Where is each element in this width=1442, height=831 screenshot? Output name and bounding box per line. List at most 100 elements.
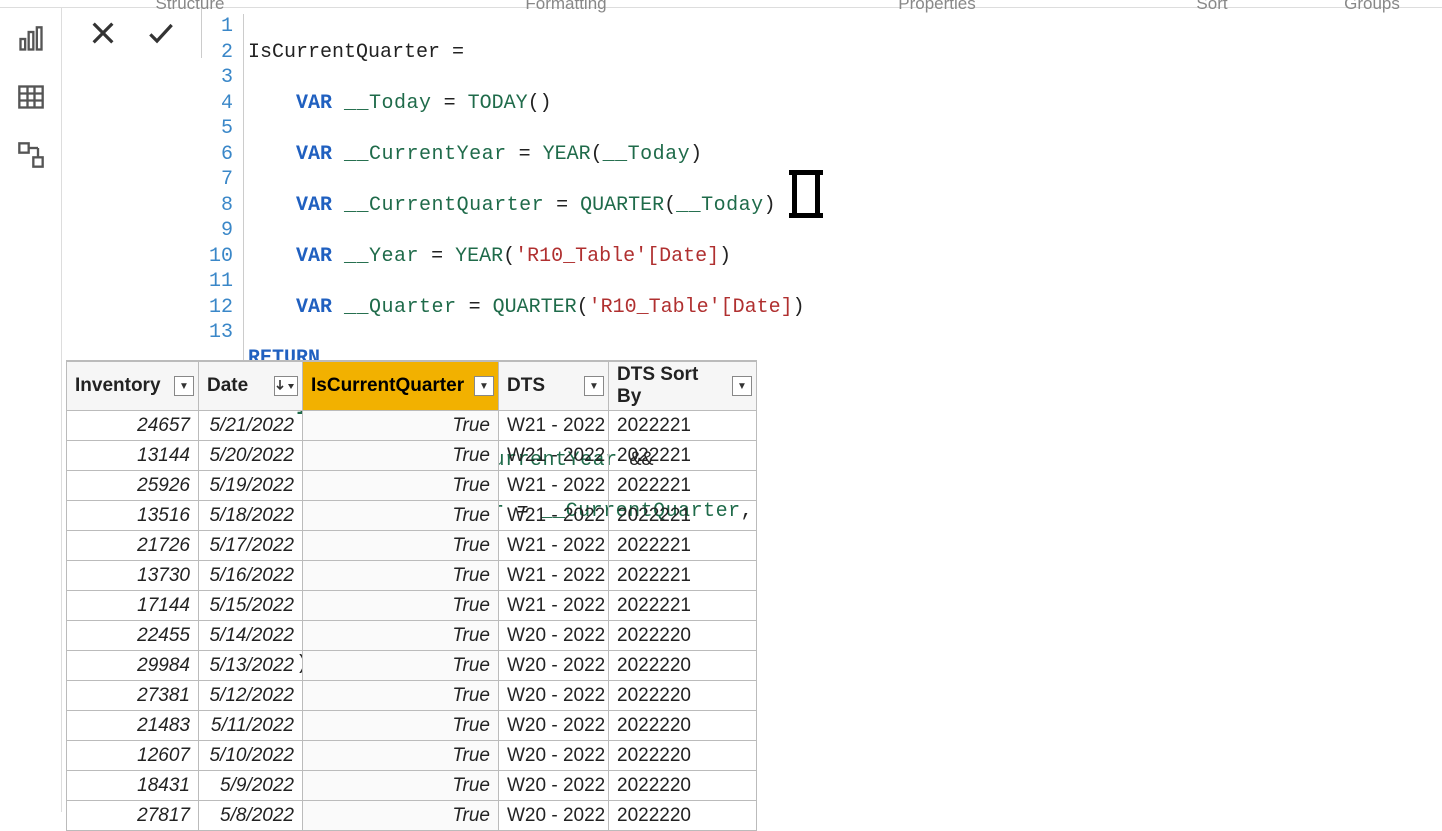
cell-date[interactable]: 5/10/2022	[199, 741, 303, 771]
filter-icon[interactable]: ▼	[174, 376, 194, 396]
cell-date[interactable]: 5/15/2022	[199, 591, 303, 621]
cell-dts[interactable]: W20 - 2022	[499, 741, 609, 771]
cell-inventory[interactable]: 17144	[67, 591, 199, 621]
table-row[interactable]: 299845/13/2022TrueW20 - 20222022220	[67, 651, 757, 681]
cell-iscurrentquarter[interactable]: True	[303, 441, 499, 471]
col-header-date[interactable]: Date	[199, 362, 303, 411]
col-header-dts[interactable]: DTS▼	[499, 362, 609, 411]
cell-date[interactable]: 5/21/2022	[199, 411, 303, 441]
table-row[interactable]: 246575/21/2022TrueW21 - 20222022221	[67, 411, 757, 441]
cell-dtssortby[interactable]: 2022220	[609, 651, 757, 681]
cell-dtssortby[interactable]: 2022220	[609, 801, 757, 831]
tab-groups[interactable]: Groups	[1302, 0, 1442, 7]
cell-dts[interactable]: W21 - 2022	[499, 591, 609, 621]
cell-iscurrentquarter[interactable]: True	[303, 471, 499, 501]
cell-iscurrentquarter[interactable]: True	[303, 711, 499, 741]
cell-date[interactable]: 5/13/2022	[199, 651, 303, 681]
cell-date[interactable]: 5/20/2022	[199, 441, 303, 471]
cell-date[interactable]: 5/14/2022	[199, 621, 303, 651]
cell-inventory[interactable]: 21726	[67, 531, 199, 561]
cell-inventory[interactable]: 29984	[67, 651, 199, 681]
col-header-dtssortby[interactable]: DTS Sort By▼	[609, 362, 757, 411]
table-row[interactable]: 273815/12/2022TrueW20 - 20222022220	[67, 681, 757, 711]
sort-desc-filter-icon[interactable]	[274, 376, 298, 396]
model-view-icon[interactable]	[16, 140, 46, 170]
cell-dts[interactable]: W20 - 2022	[499, 771, 609, 801]
cell-dtssortby[interactable]: 2022220	[609, 621, 757, 651]
cell-dtssortby[interactable]: 2022221	[609, 561, 757, 591]
code-area[interactable]: IsCurrentQuarter = VAR __Today = TODAY()…	[244, 14, 1442, 360]
cell-iscurrentquarter[interactable]: True	[303, 681, 499, 711]
cell-dtssortby[interactable]: 2022221	[609, 591, 757, 621]
cell-dts[interactable]: W21 - 2022	[499, 561, 609, 591]
cell-iscurrentquarter[interactable]: True	[303, 561, 499, 591]
table-row[interactable]: 259265/19/2022TrueW21 - 20222022221	[67, 471, 757, 501]
cancel-button[interactable]	[83, 13, 123, 53]
cell-inventory[interactable]: 13730	[67, 561, 199, 591]
cell-dtssortby[interactable]: 2022221	[609, 501, 757, 531]
cell-dts[interactable]: W20 - 2022	[499, 801, 609, 831]
cell-inventory[interactable]: 13516	[67, 501, 199, 531]
table-row[interactable]: 131445/20/2022TrueW21 - 20222022221	[67, 441, 757, 471]
table-row[interactable]: 137305/16/2022TrueW21 - 20222022221	[67, 561, 757, 591]
report-view-icon[interactable]	[16, 24, 46, 54]
cell-date[interactable]: 5/11/2022	[199, 711, 303, 741]
data-view-icon[interactable]	[16, 82, 46, 112]
cell-iscurrentquarter[interactable]: True	[303, 531, 499, 561]
tab-sort[interactable]: Sort	[1122, 0, 1302, 7]
data-grid[interactable]: Inventory▼ Date IsCurrentQuarter▼ DTS▼ D…	[66, 360, 757, 831]
cell-dtssortby[interactable]: 2022220	[609, 681, 757, 711]
table-row[interactable]: 214835/11/2022TrueW20 - 20222022220	[67, 711, 757, 741]
filter-icon[interactable]: ▼	[584, 376, 604, 396]
cell-dtssortby[interactable]: 2022221	[609, 471, 757, 501]
table-row[interactable]: 126075/10/2022TrueW20 - 20222022220	[67, 741, 757, 771]
cell-inventory[interactable]: 12607	[67, 741, 199, 771]
cell-dts[interactable]: W20 - 2022	[499, 621, 609, 651]
cell-iscurrentquarter[interactable]: True	[303, 801, 499, 831]
cell-date[interactable]: 5/17/2022	[199, 531, 303, 561]
tab-structure[interactable]: Structure	[0, 0, 380, 7]
cell-inventory[interactable]: 25926	[67, 471, 199, 501]
cell-dtssortby[interactable]: 2022220	[609, 711, 757, 741]
cell-date[interactable]: 5/8/2022	[199, 801, 303, 831]
cell-dts[interactable]: W21 - 2022	[499, 501, 609, 531]
cell-dts[interactable]: W21 - 2022	[499, 471, 609, 501]
table-row[interactable]: 278175/8/2022TrueW20 - 20222022220	[67, 801, 757, 831]
cell-dts[interactable]: W20 - 2022	[499, 651, 609, 681]
table-row[interactable]: 135165/18/2022TrueW21 - 20222022221	[67, 501, 757, 531]
cell-date[interactable]: 5/16/2022	[199, 561, 303, 591]
table-row[interactable]: 171445/15/2022TrueW21 - 20222022221	[67, 591, 757, 621]
filter-icon[interactable]: ▼	[474, 376, 494, 396]
col-header-iscurrentquarter[interactable]: IsCurrentQuarter▼	[303, 362, 499, 411]
cell-dtssortby[interactable]: 2022220	[609, 771, 757, 801]
cell-inventory[interactable]: 24657	[67, 411, 199, 441]
table-row[interactable]: 224555/14/2022TrueW20 - 20222022220	[67, 621, 757, 651]
cell-iscurrentquarter[interactable]: True	[303, 651, 499, 681]
formula-editor[interactable]: 12345678910111213 IsCurrentQuarter = VAR…	[202, 14, 1442, 360]
cell-iscurrentquarter[interactable]: True	[303, 501, 499, 531]
col-header-inventory[interactable]: Inventory▼	[67, 362, 199, 411]
cell-dts[interactable]: W20 - 2022	[499, 711, 609, 741]
cell-dtssortby[interactable]: 2022221	[609, 411, 757, 441]
tab-properties[interactable]: Properties	[752, 0, 1122, 7]
cell-iscurrentquarter[interactable]: True	[303, 591, 499, 621]
table-row[interactable]: 184315/9/2022TrueW20 - 20222022220	[67, 771, 757, 801]
cell-iscurrentquarter[interactable]: True	[303, 741, 499, 771]
cell-dts[interactable]: W21 - 2022	[499, 531, 609, 561]
cell-iscurrentquarter[interactable]: True	[303, 621, 499, 651]
cell-date[interactable]: 5/9/2022	[199, 771, 303, 801]
cell-inventory[interactable]: 18431	[67, 771, 199, 801]
cell-inventory[interactable]: 27381	[67, 681, 199, 711]
cell-inventory[interactable]: 27817	[67, 801, 199, 831]
cell-date[interactable]: 5/19/2022	[199, 471, 303, 501]
cell-dtssortby[interactable]: 2022221	[609, 531, 757, 561]
cell-iscurrentquarter[interactable]: True	[303, 411, 499, 441]
cell-inventory[interactable]: 21483	[67, 711, 199, 741]
commit-button[interactable]	[141, 13, 181, 53]
cell-iscurrentquarter[interactable]: True	[303, 771, 499, 801]
cell-date[interactable]: 5/18/2022	[199, 501, 303, 531]
cell-dts[interactable]: W20 - 2022	[499, 681, 609, 711]
cell-date[interactable]: 5/12/2022	[199, 681, 303, 711]
cell-dts[interactable]: W21 - 2022	[499, 411, 609, 441]
cell-dtssortby[interactable]: 2022221	[609, 441, 757, 471]
